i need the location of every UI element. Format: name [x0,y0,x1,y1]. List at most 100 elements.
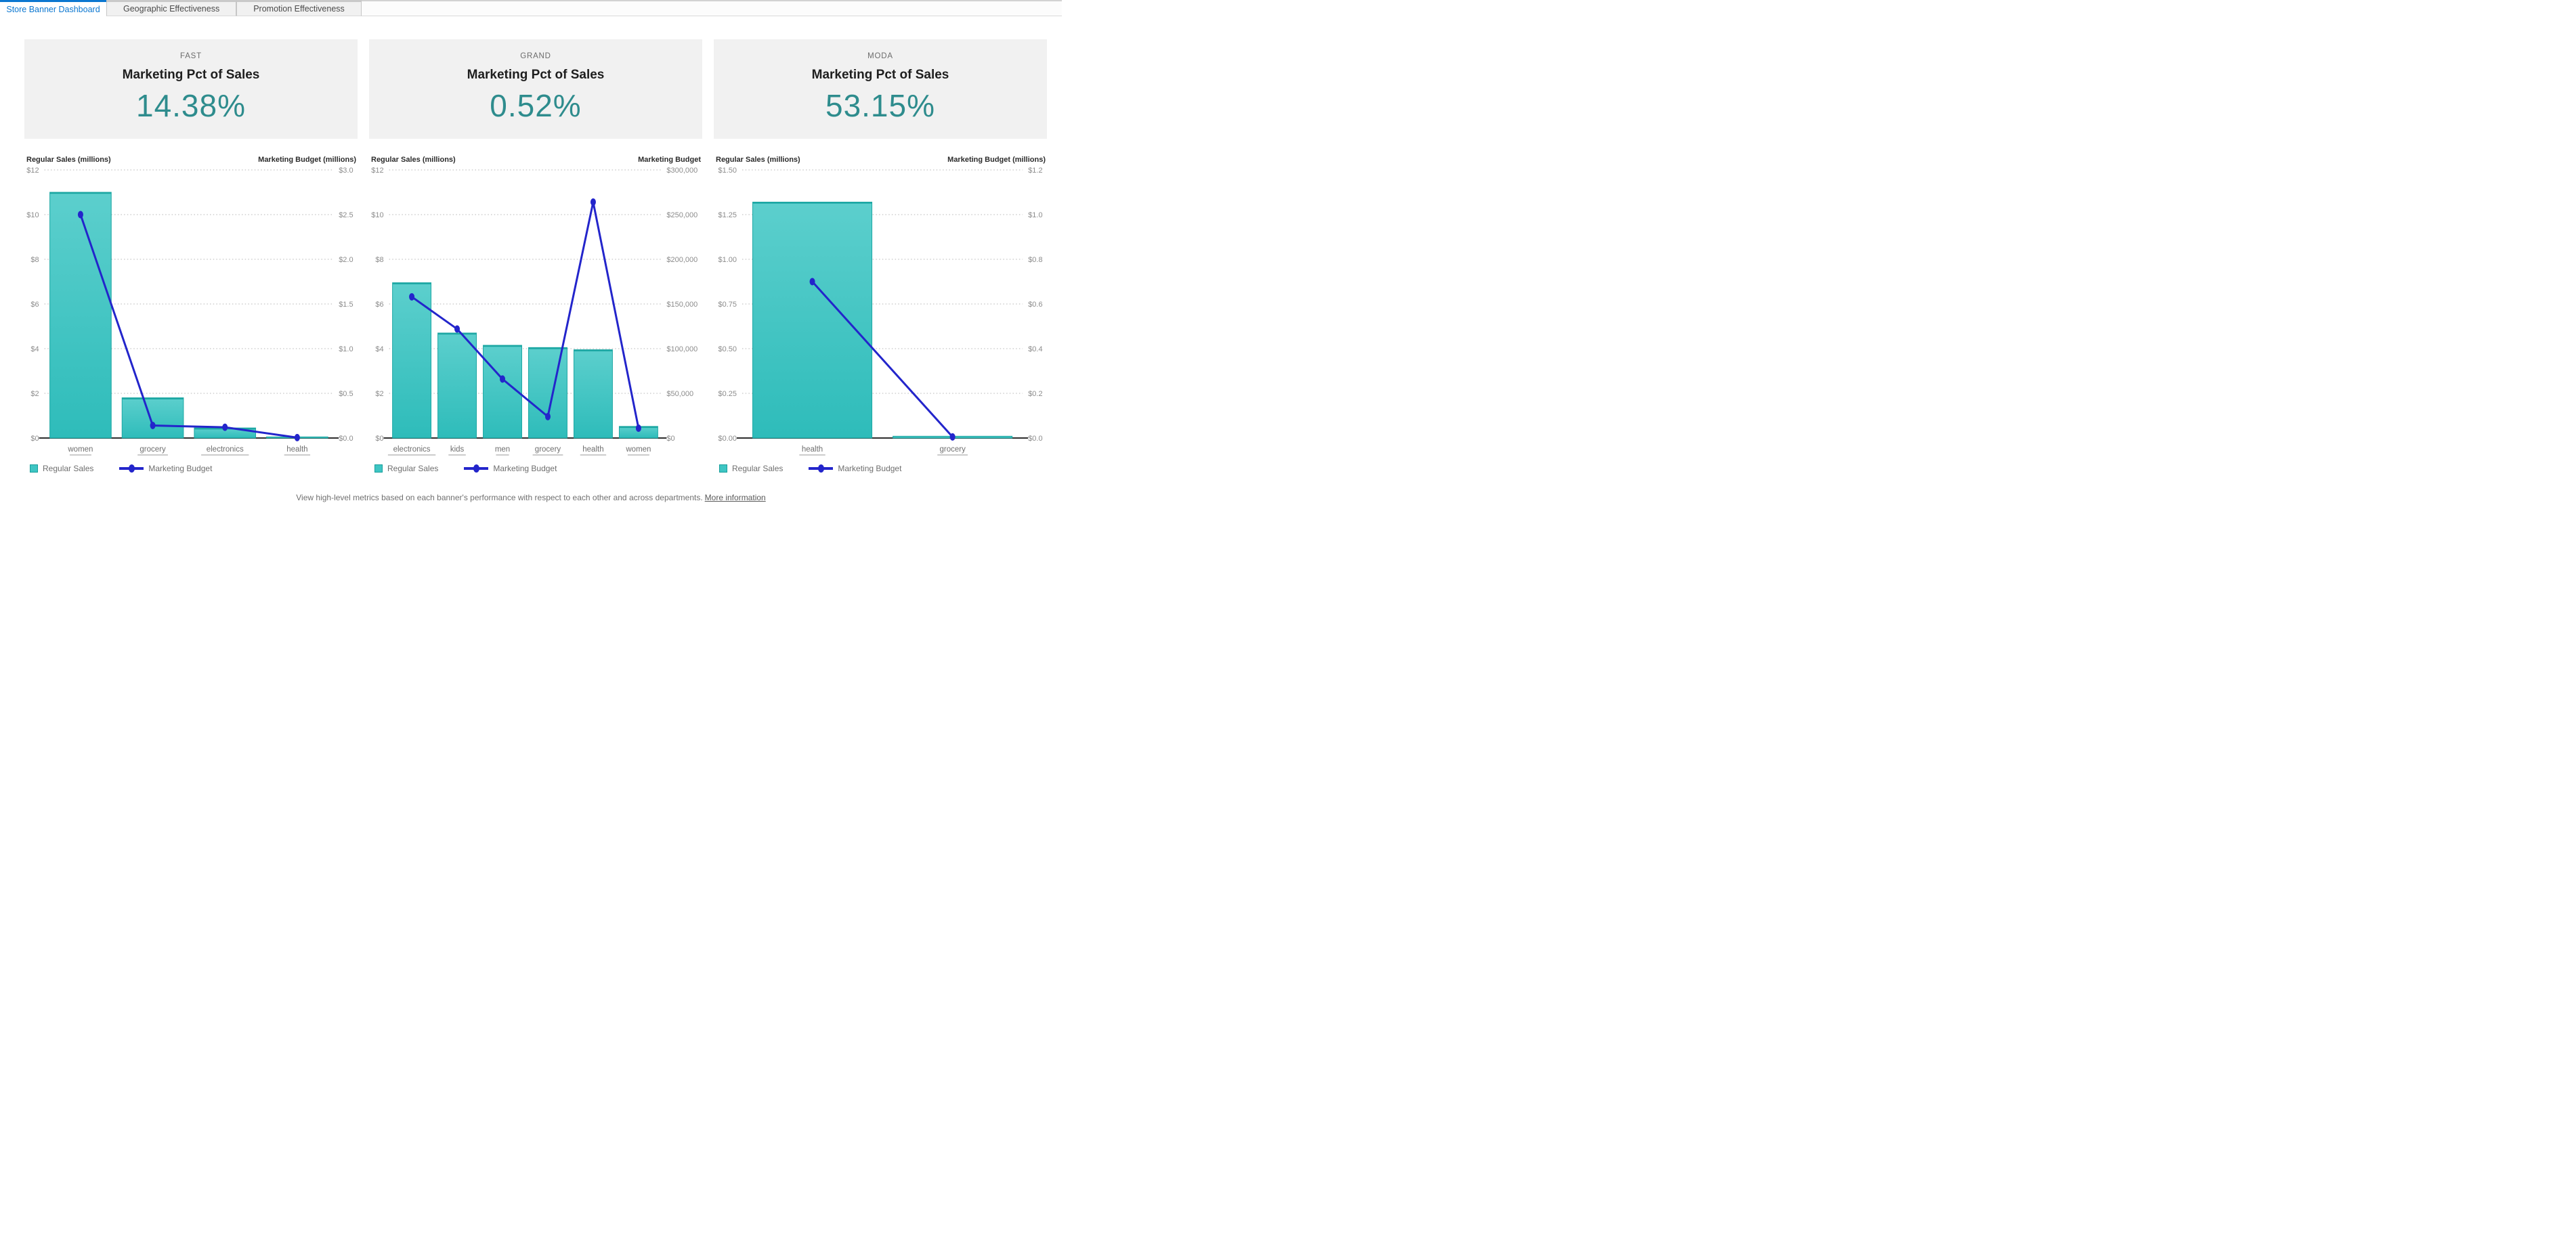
svg-text:$10: $10 [371,211,383,219]
svg-text:$0.4: $0.4 [1028,345,1042,353]
dashboard-body: FAST Marketing Pct of Sales 14.38% Regul… [24,39,1048,474]
banner-panel-moda: MODA Marketing Pct of Sales 53.15% Regul… [714,39,1047,474]
svg-text:$4: $4 [30,345,39,353]
svg-text:grocery: grocery [139,445,166,454]
axis-title-row: Regular Sales (millions) Marketing Budge… [24,156,358,165]
combo-chart[interactable]: $12$300,000$10$250,000$8$200,000$6$150,0… [369,165,702,459]
svg-text:$0.75: $0.75 [718,301,737,309]
svg-text:$2: $2 [30,390,39,398]
left-axis-title: Regular Sales (millions) [716,156,800,165]
svg-text:$0.50: $0.50 [718,345,737,353]
svg-text:$2.5: $2.5 [339,211,353,219]
svg-text:$12: $12 [371,167,383,175]
legend-label: Regular Sales [43,464,93,473]
kpi-value: 0.52% [369,87,702,124]
left-axis-title: Regular Sales (millions) [371,156,456,165]
svg-text:$12: $12 [26,167,39,175]
svg-text:$1.5: $1.5 [339,301,353,309]
svg-text:$1.0: $1.0 [339,345,353,353]
line-swatch-icon [809,467,833,470]
legend-item-marketing-budget[interactable]: Marketing Budget [464,464,557,473]
kpi-title: Marketing Pct of Sales [714,68,1047,83]
svg-text:women: women [625,445,651,454]
banner-name: MODA [714,52,1047,60]
svg-text:$0.0: $0.0 [1028,435,1042,443]
legend-item-marketing-budget[interactable]: Marketing Budget [119,464,212,473]
tab-promotion-effectiveness[interactable]: Promotion Effectiveness [236,0,362,16]
legend-item-regular-sales[interactable]: Regular Sales [30,464,93,473]
kpi-value: 53.15% [714,87,1047,124]
chart-legend: Regular Sales Marketing Budget [714,463,1047,474]
svg-text:$3.0: $3.0 [339,167,353,175]
svg-text:$4: $4 [375,345,383,353]
banner-panel-fast: FAST Marketing Pct of Sales 14.38% Regul… [24,39,358,474]
kpi-card: FAST Marketing Pct of Sales 14.38% [24,39,358,139]
legend-label: Marketing Budget [148,464,212,473]
svg-text:$1.00: $1.00 [718,256,737,264]
legend-item-marketing-budget[interactable]: Marketing Budget [809,464,901,473]
kpi-title: Marketing Pct of Sales [369,68,702,83]
svg-text:$10: $10 [26,211,39,219]
combo-chart[interactable]: $12 $3.0 $10 $2.5 $8 $2.0 $6 $1.5 $4 $1.0 $2 $0.5 $0… [24,165,358,459]
more-information-link[interactable]: More information [705,493,766,502]
kpi-title: Marketing Pct of Sales [24,68,358,83]
svg-text:$1.2: $1.2 [1028,167,1042,175]
banner-panel-grand: GRAND Marketing Pct of Sales 0.52% Regul… [369,39,702,474]
chart-legend: Regular Sales Marketing Budget [369,463,702,474]
axis-title-row: Regular Sales (millions) Marketing Budge… [714,156,1047,165]
tab-bar: Store Banner Dashboard Geographic Effect… [0,0,1062,16]
tab-bar-filler [362,0,1062,16]
banner-name: FAST [24,52,358,60]
combo-chart[interactable]: $1.50$1.2$1.25$1.0$1.00$0.8$0.75$0.6$0.5… [714,165,1047,459]
svg-text:women: women [67,445,93,454]
svg-text:$6: $6 [375,301,383,309]
svg-text:health: health [802,445,823,454]
svg-text:$0.00: $0.00 [718,435,737,443]
svg-text:grocery: grocery [939,445,966,454]
right-axis-title: Marketing Budget [638,156,701,165]
svg-text:$2.0: $2.0 [339,256,353,264]
line-marker-icon [818,464,824,473]
svg-text:$1.0: $1.0 [1028,211,1042,219]
left-axis-title: Regular Sales (millions) [26,156,111,165]
svg-text:electronics: electronics [393,445,431,454]
svg-text:grocery: grocery [535,445,561,454]
svg-text:$8: $8 [30,256,39,264]
svg-text:$0.8: $0.8 [1028,256,1042,264]
footer-text: View high-level metrics based on each ba… [296,493,702,502]
svg-text:electronics: electronics [207,445,244,454]
banner-name: GRAND [369,52,702,60]
svg-text:$0: $0 [375,435,383,443]
kpi-card: GRAND Marketing Pct of Sales 0.52% [369,39,702,139]
line-swatch-icon [464,467,488,470]
svg-text:$0.5: $0.5 [339,390,353,398]
chart-legend: Regular Sales Marketing Budget [24,463,358,474]
kpi-value: 14.38% [24,87,358,124]
tab-store-banner-dashboard[interactable]: Store Banner Dashboard [0,0,106,16]
tab-geographic-effectiveness[interactable]: Geographic Effectiveness [106,0,236,16]
legend-label: Marketing Budget [838,464,901,473]
svg-text:$0.2: $0.2 [1028,390,1042,398]
svg-text:$0.0: $0.0 [339,435,353,443]
svg-text:$1.25: $1.25 [718,211,737,219]
svg-text:$6: $6 [30,301,39,309]
svg-text:$150,000: $150,000 [666,301,697,309]
legend-item-regular-sales[interactable]: Regular Sales [374,464,438,473]
line-swatch-icon [119,467,144,470]
legend-label: Marketing Budget [493,464,557,473]
right-axis-title: Marketing Budget (millions) [947,156,1046,165]
legend-item-regular-sales[interactable]: Regular Sales [719,464,783,473]
footer-note: View high-level metrics based on each ba… [0,493,1062,502]
svg-text:$100,000: $100,000 [666,345,697,353]
svg-text:kids: kids [450,445,465,454]
svg-text:$200,000: $200,000 [666,256,697,264]
svg-text:$1.50: $1.50 [718,167,737,175]
line-marker-icon [129,464,135,473]
svg-text:$50,000: $50,000 [666,390,693,398]
svg-text:men: men [495,445,510,454]
bar-swatch-icon [30,464,38,473]
svg-text:$0: $0 [30,435,39,443]
right-axis-title: Marketing Budget (millions) [258,156,356,165]
bar-swatch-icon [374,464,383,473]
svg-text:$250,000: $250,000 [666,211,697,219]
